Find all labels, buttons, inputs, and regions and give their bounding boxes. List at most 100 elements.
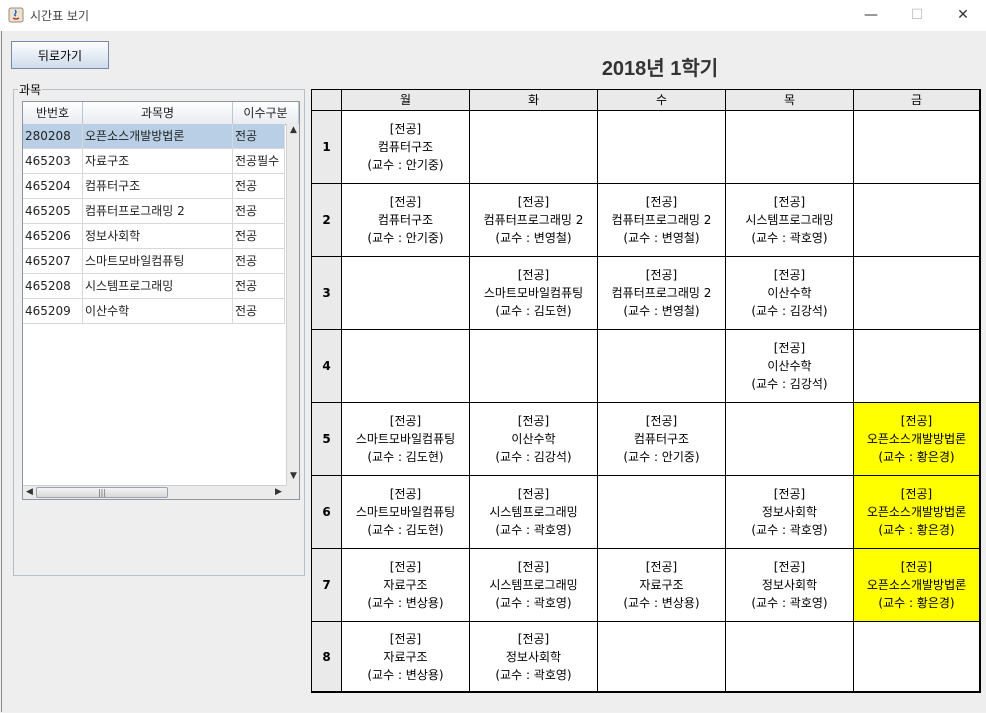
class-prof: (교수 : 변영철) [623, 231, 700, 245]
class-prof: (교수 : 안기중) [367, 158, 444, 172]
timetable-cell[interactable] [726, 111, 854, 184]
timetable-cell[interactable] [470, 330, 598, 403]
timetable-cell[interactable]: [전공] 자료구조 (교수 : 변상용) [342, 622, 470, 692]
period-number: 7 [312, 549, 342, 622]
timetable-cell[interactable]: [전공] 컴퓨터프로그래밍 2 (교수 : 변영철) [598, 257, 726, 330]
class-name: 이산수학 [767, 359, 812, 373]
class-prof: (교수 : 변상용) [623, 596, 700, 610]
vertical-scrollbar[interactable]: ▲ ▼ [286, 124, 299, 485]
class-name: 시스템프로그래밍 [489, 505, 578, 519]
timetable-cell[interactable]: [전공] 스마트모바일컴퓨팅 (교수 : 김도현) [342, 476, 470, 549]
day-header: 목 [726, 90, 854, 111]
scrollbar-corner [286, 485, 299, 499]
class-prof: (교수 : 김강석) [751, 304, 828, 318]
horizontal-scroll-thumb[interactable]: ||| [36, 487, 168, 498]
class-type: [전공] [517, 487, 550, 501]
course-section-cell: 465207 [23, 249, 83, 274]
timetable-cell[interactable] [854, 257, 980, 330]
table-row[interactable]: 465207 스마트모바일컴퓨팅 전공 [23, 249, 285, 274]
horizontal-scrollbar[interactable]: ◀ ||| ▶ [23, 485, 286, 499]
back-button[interactable]: 뒤로가기 [11, 41, 109, 69]
timetable-cell[interactable]: [전공] 오픈소스개발방법론 (교수 : 황은경) [854, 549, 980, 622]
table-row[interactable]: 465208 시스템프로그래밍 전공 [23, 274, 285, 299]
class-type: [전공] [389, 487, 422, 501]
period-number: 4 [312, 330, 342, 403]
timetable-cell[interactable] [598, 622, 726, 692]
column-header-course-type[interactable]: 이수구분 [233, 102, 299, 124]
class-type: [전공] [517, 631, 550, 646]
timetable-cell[interactable] [854, 111, 980, 184]
timetable-cell[interactable]: [전공] 스마트모바일컴퓨팅 (교수 : 김도현) [470, 257, 598, 330]
course-section-cell: 280208 [23, 124, 83, 149]
class-type: [전공] [773, 195, 806, 209]
timetable-cell[interactable] [342, 330, 470, 403]
timetable-cell[interactable] [598, 476, 726, 549]
timetable-cell[interactable]: [전공] 시스템프로그래밍 (교수 : 곽호영) [726, 184, 854, 257]
class-name: 자료구조 [383, 578, 428, 592]
course-name-cell: 자료구조 [83, 149, 233, 174]
class-type: [전공] [645, 268, 678, 282]
table-row[interactable]: 465203 자료구조 전공필수 [23, 149, 285, 174]
timetable-cell[interactable] [854, 184, 980, 257]
close-button[interactable]: ✕ [940, 0, 986, 31]
course-name-cell: 컴퓨터프로그래밍 2 [83, 199, 233, 224]
timetable-cell[interactable]: [전공] 컴퓨터구조 (교수 : 안기중) [342, 111, 470, 184]
course-section-cell: 465203 [23, 149, 83, 174]
timetable-cell[interactable] [470, 111, 598, 184]
table-row[interactable]: 280208 오픈소스개발방법론 전공 [23, 124, 285, 149]
timetable-cell[interactable]: [전공] 이산수학 (교수 : 김강석) [726, 257, 854, 330]
timetable-cell[interactable]: [전공] 자료구조 (교수 : 변상용) [342, 549, 470, 622]
course-table[interactable]: 반번호 과목명 이수구분 280208 오픈소스개발방법론 전공 465203 자료구조… [22, 101, 300, 500]
table-row[interactable]: 465209 이산수학 전공 [23, 299, 285, 324]
timetable-cell[interactable]: [전공] 컴퓨터프로그래밍 2 (교수 : 변영철) [598, 184, 726, 257]
timetable-cell[interactable]: [전공] 컴퓨터구조 (교수 : 안기중) [342, 184, 470, 257]
timetable-cell[interactable] [854, 330, 980, 403]
table-row[interactable]: 465205 컴퓨터프로그래밍 2 전공 [23, 199, 285, 224]
timetable-cell[interactable]: [전공] 컴퓨터프로그래밍 2 (교수 : 변영철) [470, 184, 598, 257]
course-type-cell: 전공 [233, 174, 285, 199]
class-prof: (교수 : 김도현) [495, 304, 572, 318]
course-type-cell: 전공 [233, 274, 285, 299]
scroll-left-arrow-icon[interactable]: ◀ [23, 486, 36, 499]
timetable-cell[interactable] [726, 622, 854, 692]
timetable-cell[interactable]: [전공] 이산수학 (교수 : 김강석) [726, 330, 854, 403]
maximize-button[interactable]: ☐ [894, 0, 940, 31]
timetable-cell[interactable]: [전공] 정보사회학 (교수 : 곽호영) [470, 622, 598, 692]
timetable-cell[interactable]: [전공] 정보사회학 (교수 : 곽호영) [726, 476, 854, 549]
timetable-cell[interactable] [598, 111, 726, 184]
column-header-section[interactable]: 반번호 [23, 102, 83, 124]
column-header-course-name[interactable]: 과목명 [83, 102, 233, 124]
class-name: 오픈소스개발방법론 [866, 578, 967, 592]
course-section-cell: 465206 [23, 224, 83, 249]
timetable-cell[interactable]: [전공] 시스템프로그래밍 (교수 : 곽호영) [470, 549, 598, 622]
minimize-button[interactable]: — [848, 0, 894, 31]
timetable-cell[interactable]: [전공] 이산수학 (교수 : 김강석) [470, 403, 598, 476]
class-name: 자료구조 [383, 649, 428, 664]
class-prof: (교수 : 곽호영) [751, 596, 828, 610]
scroll-right-arrow-icon[interactable]: ▶ [272, 486, 285, 499]
class-name: 이산수학 [511, 432, 556, 446]
timetable-cell[interactable]: [전공] 시스템프로그래밍 (교수 : 곽호영) [470, 476, 598, 549]
class-prof: (교수 : 곽호영) [751, 523, 828, 537]
class-name: 컴퓨터구조 [377, 213, 434, 227]
timetable-cell[interactable]: [전공] 오픈소스개발방법론 (교수 : 황은경) [854, 403, 980, 476]
course-type-cell: 전공 [233, 249, 285, 274]
timetable-cell[interactable]: [전공] 스마트모바일컴퓨팅 (교수 : 김도현) [342, 403, 470, 476]
window-title: 시간표 보기 [30, 9, 90, 23]
timetable-cell[interactable] [854, 622, 980, 692]
scroll-down-arrow-icon[interactable]: ▼ [287, 470, 299, 483]
timetable-cell[interactable] [342, 257, 470, 330]
timetable-cell[interactable] [726, 403, 854, 476]
table-row[interactable]: 465206 정보사회학 전공 [23, 224, 285, 249]
timetable-cell[interactable]: [전공] 오픈소스개발방법론 (교수 : 황은경) [854, 476, 980, 549]
class-prof: (교수 : 황은경) [878, 523, 955, 537]
timetable-cell[interactable]: [전공] 정보사회학 (교수 : 곽호영) [726, 549, 854, 622]
course-name-cell: 시스템프로그래밍 [83, 274, 233, 299]
timetable-cell[interactable]: [전공] 자료구조 (교수 : 변상용) [598, 549, 726, 622]
class-name: 정보사회학 [505, 649, 562, 664]
timetable-cell[interactable] [598, 330, 726, 403]
timetable-cell[interactable]: [전공] 컴퓨터구조 (교수 : 안기중) [598, 403, 726, 476]
course-section-cell: 465204 [23, 174, 83, 199]
table-row[interactable]: 465204 컴퓨터구조 전공 [23, 174, 285, 199]
scroll-up-arrow-icon[interactable]: ▲ [287, 124, 299, 137]
